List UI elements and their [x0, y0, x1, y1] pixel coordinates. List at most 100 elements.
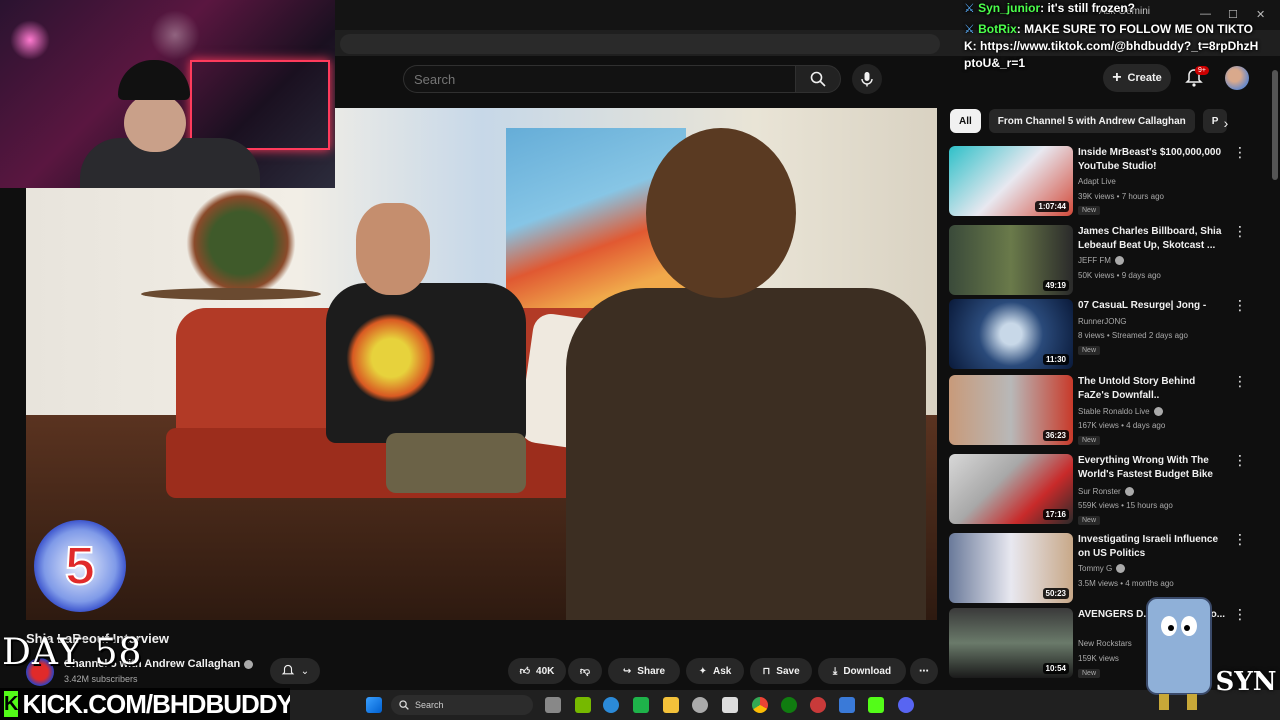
kick-app-icon[interactable]: [868, 697, 884, 713]
chevron-right-icon[interactable]: ›: [1216, 113, 1236, 133]
video-thumbnail[interactable]: 11:30: [949, 299, 1073, 369]
windows-taskbar: Search: [290, 690, 1280, 720]
video-thumbnail[interactable]: 50:23: [949, 533, 1073, 603]
recommendation-meta: 8 views • Streamed 2 days ago: [1078, 331, 1188, 340]
chip-all[interactable]: All: [950, 109, 981, 133]
recommendation-channel[interactable]: Tommy G: [1078, 564, 1126, 574]
recommendation-meta: 3.5M views • 4 months ago: [1078, 579, 1174, 588]
chat-username: BotRix: [978, 22, 1017, 36]
plus-icon: +: [1112, 69, 1122, 86]
scene-side-table: [141, 288, 321, 300]
more-vertical-icon[interactable]: ⋮: [1233, 145, 1247, 162]
verified-icon: [1114, 256, 1124, 266]
chevron-down-icon: ⌄: [300, 665, 310, 677]
chrome-icon[interactable]: [752, 697, 768, 713]
video-duration: 10:54: [1042, 663, 1069, 674]
store-icon[interactable]: [722, 697, 738, 713]
ask-button[interactable]: ✦ Ask: [686, 658, 744, 684]
taskbar-search-label: Search: [415, 700, 444, 710]
recommendation-channel[interactable]: Stable Ronaldo Live: [1078, 407, 1163, 417]
video-duration: 50:23: [1042, 588, 1069, 599]
recommendation-channel[interactable]: Sur Ronster: [1078, 487, 1134, 497]
scene-plant: [186, 188, 296, 298]
thumbs-up-icon: 👍︎: [519, 666, 531, 677]
more-vertical-icon[interactable]: ⋮: [1233, 298, 1247, 315]
chat-username: Syn_junior: [978, 1, 1041, 15]
more-actions-button[interactable]: ⋯: [910, 658, 938, 684]
file-explorer-icon[interactable]: [663, 697, 679, 713]
recommendation-item[interactable]: 11:30 07 CasuaL Resurge| Jong - RunnerJO…: [949, 298, 1269, 371]
recommendation-item[interactable]: 36:23 The Untold Story Behind FaZe's Dow…: [949, 374, 1269, 447]
recommendation-meta: 159K views: [1078, 654, 1119, 663]
more-vertical-icon[interactable]: ⋮: [1233, 453, 1247, 470]
download-button[interactable]: ⤓ Download: [818, 658, 906, 684]
address-bar[interactable]: [340, 34, 940, 54]
bookmark-icon: ⊓: [762, 665, 771, 677]
share-label: Share: [637, 665, 666, 677]
video-thumbnail[interactable]: 49:19: [949, 225, 1073, 295]
search-button[interactable]: [795, 65, 841, 93]
video-thumbnail[interactable]: 10:54: [949, 608, 1073, 678]
recommendation-title[interactable]: Everything Wrong With The World's Fastes…: [1078, 454, 1228, 482]
new-badge: New: [1078, 436, 1101, 445]
edge-icon[interactable]: [603, 697, 619, 713]
video-duration: 11:30: [1042, 354, 1069, 365]
more-vertical-icon[interactable]: ⋮: [1233, 374, 1247, 391]
recommendation-channel[interactable]: New Rockstars: [1078, 639, 1132, 648]
video-thumbnail[interactable]: 1:07:44: [949, 146, 1073, 216]
new-badge: New: [1078, 669, 1101, 678]
voice-search-button[interactable]: [852, 64, 882, 94]
spreadsheet-icon[interactable]: [633, 697, 649, 713]
recommendation-title[interactable]: The Untold Story Behind FaZe's Downfall.…: [1078, 375, 1228, 403]
discord-icon[interactable]: [898, 697, 914, 713]
recommendation-title[interactable]: Inside MrBeast's $100,000,000 YouTube St…: [1078, 146, 1228, 174]
chat-text: it's still frozen?: [1047, 1, 1135, 15]
sword-badge-icon: ⚔: [964, 22, 975, 36]
app-icon[interactable]: [839, 697, 855, 713]
search-input[interactable]: [404, 66, 795, 92]
recommendation-item[interactable]: 17:16 Everything Wrong With The World's …: [949, 453, 1269, 526]
video-thumbnail[interactable]: 36:23: [949, 375, 1073, 445]
xbox-icon[interactable]: [781, 697, 797, 713]
recommendation-item[interactable]: 49:19 James Charles Billboard, Shia Lebe…: [949, 224, 1269, 297]
chip-from-channel[interactable]: From Channel 5 with Andrew Callaghan: [988, 109, 1195, 133]
taskbar-search[interactable]: Search: [391, 695, 533, 715]
recommendation-title[interactable]: 07 CasuaL Resurge| Jong -: [1078, 299, 1228, 313]
recommendation-channel[interactable]: RunnerJONG: [1078, 317, 1126, 326]
more-vertical-icon[interactable]: ⋮: [1233, 607, 1247, 624]
bell-icon: [281, 664, 295, 675]
video-thumbnail[interactable]: 17:16: [949, 454, 1073, 524]
task-view-icon[interactable]: [545, 697, 561, 713]
more-vertical-icon[interactable]: ⋮: [1233, 532, 1247, 549]
search-box[interactable]: [403, 65, 795, 93]
chat-message: ⚔ Syn_junior: it's still frozen?: [964, 1, 1135, 15]
share-icon: ↪: [622, 665, 632, 677]
more-vertical-icon[interactable]: ⋮: [1233, 224, 1247, 241]
towel-mascot-graphic: [1146, 597, 1212, 710]
recommendation-channel[interactable]: JEFF FM: [1078, 256, 1124, 266]
search-icon: [810, 71, 826, 87]
streamer-webcam: [0, 0, 335, 188]
subscription-bell-button[interactable]: ⌄: [270, 658, 320, 684]
share-button[interactable]: ↪ Share: [608, 658, 680, 684]
dislike-button[interactable]: 👎︎: [568, 658, 602, 684]
search-icon: [399, 700, 409, 710]
verified-icon: [1116, 564, 1126, 574]
scrollbar[interactable]: [1272, 70, 1278, 180]
microphone-icon: [861, 72, 873, 87]
recommendation-meta: 39K views • 7 hours ago: [1078, 192, 1164, 201]
recommendation-title[interactable]: James Charles Billboard, Shia Lebeauf Be…: [1078, 225, 1228, 253]
nvidia-icon[interactable]: [575, 697, 591, 713]
recommendation-channel[interactable]: Adapt Live: [1078, 177, 1116, 186]
more-horizontal-icon: ⋯: [919, 665, 929, 677]
sparkle-icon: ✦: [698, 665, 708, 677]
like-button[interactable]: 👍︎ 40K: [508, 658, 566, 684]
recommendation-title[interactable]: Investigating Israeli Influence on US Po…: [1078, 533, 1228, 561]
recommendation-meta: 50K views • 9 days ago: [1078, 271, 1161, 280]
subscriber-count: 3.42M subscribers: [64, 674, 138, 684]
save-button[interactable]: ⊓ Save: [750, 658, 812, 684]
settings-gear-icon[interactable]: [692, 697, 708, 713]
windows-start-icon[interactable]: [366, 697, 382, 713]
obs-icon[interactable]: [810, 697, 826, 713]
recommendation-item[interactable]: 1:07:44 Inside MrBeast's $100,000,000 Yo…: [949, 145, 1269, 218]
